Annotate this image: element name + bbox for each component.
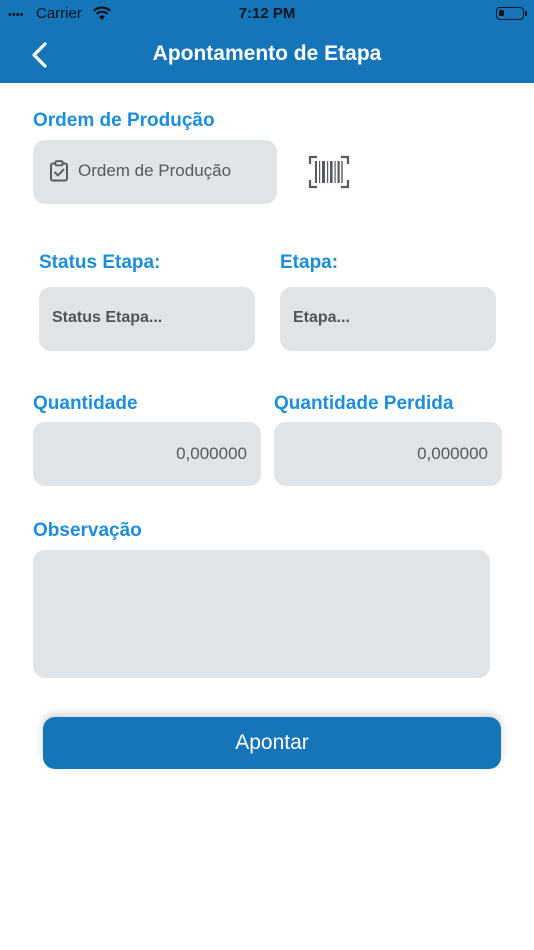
etapa-label: Etapa: [280, 252, 339, 273]
clipboard-check-icon [50, 160, 68, 182]
observacao-label: Observação [33, 520, 142, 541]
app-screen: •••• Carrier 7:12 PM Apontamento de Etap… [0, 0, 534, 950]
barcode-scan-icon[interactable] [308, 154, 350, 190]
quantidade-input[interactable]: 0,000000 [33, 422, 261, 486]
apontar-button[interactable]: Apontar [43, 717, 501, 769]
etapa-placeholder: Etapa... [293, 309, 350, 326]
quantidade-perdida-label: Quantidade Perdida [274, 393, 454, 414]
clock: 7:12 PM [238, 5, 296, 22]
status-bar: •••• Carrier 7:12 PM [0, 0, 534, 28]
quantidade-label: Quantidade [33, 393, 138, 414]
status-etapa-placeholder: Status Etapa... [52, 309, 163, 326]
quantidade-perdida-value: 0,000000 [417, 444, 488, 463]
etapa-select[interactable]: Etapa... [280, 287, 496, 351]
battery-icon [496, 7, 527, 20]
status-etapa-select[interactable]: Status Etapa... [39, 287, 255, 351]
status-etapa-label: Status Etapa: [39, 252, 161, 273]
quantidade-value: 0,000000 [176, 444, 247, 463]
ordem-producao-input[interactable]: Ordem de Produção [33, 140, 277, 204]
observacao-textarea[interactable] [33, 550, 490, 678]
battery-level [499, 10, 504, 16]
quantidade-perdida-input[interactable]: 0,000000 [274, 422, 502, 486]
ordem-producao-placeholder: Ordem de Produção [78, 161, 232, 180]
page-title: Apontamento de Etapa [152, 42, 382, 65]
ordem-producao-label: Ordem de Produção [33, 110, 215, 131]
header: •••• Carrier 7:12 PM Apontamento de Etap… [0, 0, 534, 83]
